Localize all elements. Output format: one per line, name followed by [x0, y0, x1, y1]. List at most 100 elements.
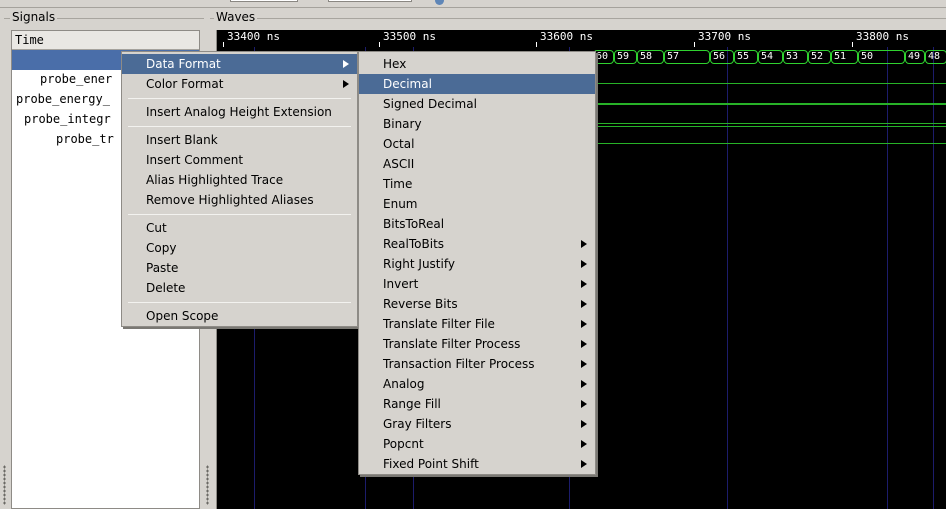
- waves-frame-border: [210, 18, 946, 19]
- menu-item-label: Decimal: [383, 77, 432, 91]
- menu-item-hex[interactable]: Hex: [359, 54, 595, 74]
- bus-value-cell[interactable]: 53: [783, 50, 808, 64]
- menu-item-insert-blank[interactable]: Insert Blank: [122, 130, 357, 150]
- menu-item-decimal[interactable]: Decimal: [359, 74, 595, 94]
- menu-item-popcnt[interactable]: Popcnt: [359, 434, 595, 454]
- menu-item-time[interactable]: Time: [359, 174, 595, 194]
- ruler-time-label: 33600 ns: [540, 30, 593, 43]
- menu-item-label: Signed Decimal: [383, 97, 477, 111]
- ruler-tick: [223, 42, 224, 47]
- menu-item-label: Color Format: [146, 77, 224, 91]
- bus-value-cell[interactable]: 50: [858, 50, 905, 64]
- bus-value-cell[interactable]: 48: [925, 50, 946, 64]
- context-menu[interactable]: Data Format Color Format Insert Analog Hei…: [121, 51, 358, 327]
- menu-item-paste[interactable]: Paste: [122, 258, 357, 278]
- menu-item-label: Analog: [383, 377, 425, 391]
- menu-item-transaction-filter-process[interactable]: Transaction Filter Process: [359, 354, 595, 374]
- toolbar-entry[interactable]: [328, 0, 412, 2]
- submenu-arrow-icon: [581, 320, 587, 328]
- bus-value-cell[interactable]: 49: [905, 50, 925, 64]
- menu-item-translate-filter-process[interactable]: Translate Filter Process: [359, 334, 595, 354]
- menu-item-label: Delete: [146, 281, 186, 295]
- bus-value-cell[interactable]: 57: [664, 50, 710, 64]
- menu-item-invert[interactable]: Invert: [359, 274, 595, 294]
- ruler-tick: [536, 42, 537, 47]
- bus-value-cell[interactable]: 51: [831, 50, 858, 64]
- menu-item-bitstoreal[interactable]: BitsToReal: [359, 214, 595, 234]
- data-format-submenu[interactable]: Hex Decimal Signed Decimal Binary Octal ASCII…: [358, 51, 596, 475]
- menu-item-label: Translate Filter File: [383, 317, 495, 331]
- menu-item-label: Insert Blank: [146, 133, 218, 147]
- menu-item-data-format[interactable]: Data Format: [122, 54, 357, 74]
- menu-item-label: Cut: [146, 221, 167, 235]
- menu-item-label: Copy: [146, 241, 177, 255]
- ruler-time-label: 33700 ns: [698, 30, 751, 43]
- submenu-arrow-icon: [581, 400, 587, 408]
- toolbar-icon[interactable]: [435, 0, 444, 5]
- menu-item-label: Insert Comment: [146, 153, 244, 167]
- submenu-arrow-icon: [581, 240, 587, 248]
- menu-item-binary[interactable]: Binary: [359, 114, 595, 134]
- menu-item-enum[interactable]: Enum: [359, 194, 595, 214]
- menu-item-label: Transaction Filter Process: [383, 357, 535, 371]
- toolbar-entry[interactable]: [230, 0, 298, 2]
- ruler-tick: [852, 42, 853, 47]
- top-toolbar: [0, 0, 946, 8]
- menu-item-realtobits[interactable]: RealToBits: [359, 234, 595, 254]
- submenu-arrow-icon: [581, 440, 587, 448]
- menu-item-label: BitsToReal: [383, 217, 445, 231]
- ruler-time-label: 33800 ns: [856, 30, 909, 43]
- pane-resize-grip[interactable]: [3, 465, 6, 505]
- bus-value-cell[interactable]: 60: [593, 50, 614, 64]
- menu-item-label: Invert: [383, 277, 419, 291]
- menu-item-alias-highlighted-trace[interactable]: Alias Highlighted Trace: [122, 170, 357, 190]
- grid-line: [887, 47, 888, 509]
- menu-item-fixed-point-shift[interactable]: Fixed Point Shift: [359, 454, 595, 474]
- menu-item-label: ASCII: [383, 157, 415, 171]
- ruler-time-label: 33400 ns: [227, 30, 280, 43]
- menu-item-label: Binary: [383, 117, 422, 131]
- submenu-arrow-icon: [581, 260, 587, 268]
- menu-separator: [128, 126, 351, 127]
- menu-item-insert-comment[interactable]: Insert Comment: [122, 150, 357, 170]
- menu-item-cut[interactable]: Cut: [122, 218, 357, 238]
- bus-value-cell[interactable]: 59: [614, 50, 637, 64]
- menu-item-copy[interactable]: Copy: [122, 238, 357, 258]
- menu-item-reverse-bits[interactable]: Reverse Bits: [359, 294, 595, 314]
- submenu-arrow-icon: [581, 300, 587, 308]
- bus-value-cell[interactable]: 58: [637, 50, 664, 64]
- bus-value-cell[interactable]: 56: [710, 50, 734, 64]
- submenu-arrow-icon: [343, 60, 349, 68]
- menu-item-gray-filters[interactable]: Gray Filters: [359, 414, 595, 434]
- menu-item-insert-analog-height-extension[interactable]: Insert Analog Height Extension: [122, 102, 357, 122]
- menu-item-remove-highlighted-aliases[interactable]: Remove Highlighted Aliases: [122, 190, 357, 210]
- menu-separator: [128, 214, 351, 215]
- submenu-arrow-icon: [581, 420, 587, 428]
- menu-item-signed-decimal[interactable]: Signed Decimal: [359, 94, 595, 114]
- grid-line: [933, 47, 934, 509]
- menu-item-label: Remove Highlighted Aliases: [146, 193, 314, 207]
- pane-resize-grip[interactable]: [206, 465, 209, 505]
- menu-item-label: Open Scope: [146, 309, 219, 323]
- menu-separator: [128, 302, 351, 303]
- menu-item-translate-filter-file[interactable]: Translate Filter File: [359, 314, 595, 334]
- menu-separator: [128, 98, 351, 99]
- menu-item-analog[interactable]: Analog: [359, 374, 595, 394]
- bus-value-cell[interactable]: 52: [808, 50, 831, 64]
- submenu-arrow-icon: [581, 380, 587, 388]
- menu-item-color-format[interactable]: Color Format: [122, 74, 357, 94]
- bus-value-cell[interactable]: 54: [758, 50, 783, 64]
- menu-item-range-fill[interactable]: Range Fill: [359, 394, 595, 414]
- menu-item-open-scope[interactable]: Open Scope: [122, 306, 357, 326]
- signals-header[interactable]: Time: [12, 31, 199, 50]
- menu-item-right-justify[interactable]: Right Justify: [359, 254, 595, 274]
- bus-value-cell[interactable]: 55: [734, 50, 758, 64]
- menu-item-label: Alias Highlighted Trace: [146, 173, 284, 187]
- submenu-arrow-icon: [343, 80, 349, 88]
- menu-item-label: Reverse Bits: [383, 297, 458, 311]
- menu-item-label: Range Fill: [383, 397, 441, 411]
- menu-item-delete[interactable]: Delete: [122, 278, 357, 298]
- menu-item-octal[interactable]: Octal: [359, 134, 595, 154]
- waves-title: Waves: [214, 10, 258, 24]
- menu-item-ascii[interactable]: ASCII: [359, 154, 595, 174]
